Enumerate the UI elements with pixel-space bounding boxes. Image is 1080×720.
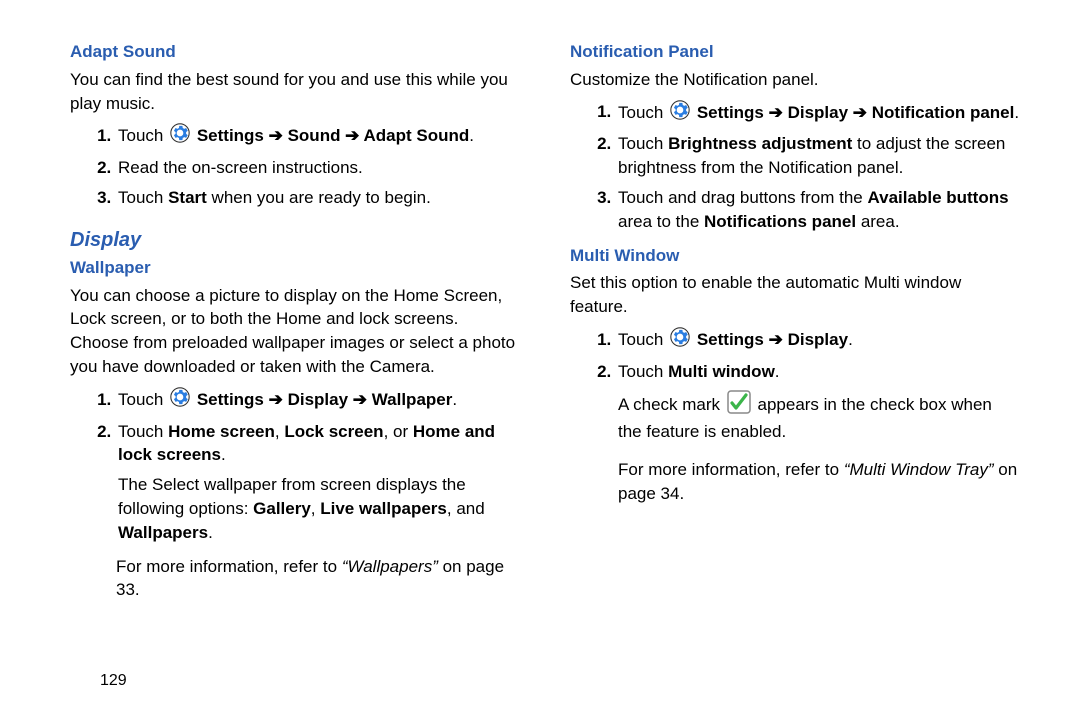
notif-step-1: Touch Settings ➔ Display ➔ Notification … xyxy=(616,100,1020,127)
text: . xyxy=(208,523,213,542)
opt-available-buttons: Available buttons xyxy=(868,188,1009,207)
heading-display: Display xyxy=(70,226,520,254)
text: area. xyxy=(856,212,899,231)
adapt-sound-steps: Touch Settings ➔ Sound ➔ Adapt Sound. Re… xyxy=(70,123,520,209)
opt-gallery: Gallery xyxy=(253,499,311,518)
period: . xyxy=(848,330,853,349)
heading-multi-window: Multi Window xyxy=(570,244,1020,268)
nav-path: Settings ➔ Display ➔ Wallpaper xyxy=(197,390,453,409)
wallpaper-step-1: Touch Settings ➔ Display ➔ Wallpaper. xyxy=(116,387,520,414)
opt-home-screen: Home screen xyxy=(168,422,275,441)
wallpaper-step-2: Touch Home screen, Lock screen, or Home … xyxy=(116,420,520,545)
nav-path: Settings ➔ Sound ➔ Adapt Sound xyxy=(197,126,469,145)
heading-adapt-sound: Adapt Sound xyxy=(70,40,520,64)
text: For more information, refer to xyxy=(116,557,342,576)
period: . xyxy=(1014,102,1019,121)
multi-window-steps: Touch Settings ➔ Display. Touch Multi wi… xyxy=(570,327,1020,506)
opt-wallpapers: Wallpapers xyxy=(118,523,208,542)
settings-icon xyxy=(170,123,190,150)
text: . xyxy=(221,445,226,464)
multi-window-step-2: Touch Multi window. A check mark appears… xyxy=(616,360,1020,506)
text: , xyxy=(311,499,320,518)
ref-multi-window-tray: “Multi Window Tray” xyxy=(844,460,994,479)
settings-icon xyxy=(670,100,690,127)
page-number: 129 xyxy=(100,670,127,692)
text: Touch xyxy=(618,134,668,153)
text: Touch and drag buttons from the xyxy=(618,188,868,207)
left-column: Adapt Sound You can find the best sound … xyxy=(70,40,520,700)
text: , or xyxy=(384,422,413,441)
period: . xyxy=(452,390,457,409)
notif-step-3: Touch and drag buttons from the Availabl… xyxy=(616,186,1020,234)
opt-notifications-panel: Notifications panel xyxy=(704,212,856,231)
wallpaper-intro: You can choose a picture to display on t… xyxy=(70,284,520,379)
opt-multi-window: Multi window xyxy=(668,362,775,381)
text: Touch xyxy=(618,330,668,349)
ref-wallpapers: “Wallpapers” xyxy=(342,557,438,576)
text: For more information, refer to xyxy=(618,460,844,479)
wallpaper-steps: Touch Settings ➔ Display ➔ Wallpaper. To… xyxy=(70,387,520,545)
wallpaper-more-info: For more information, refer to “Wallpape… xyxy=(116,555,520,603)
manual-page: Adapt Sound You can find the best sound … xyxy=(0,0,1080,720)
text: when you are ready to begin. xyxy=(207,188,431,207)
period: . xyxy=(469,126,474,145)
opt-brightness: Brightness adjustment xyxy=(668,134,852,153)
adapt-sound-step-1: Touch Settings ➔ Sound ➔ Adapt Sound. xyxy=(116,123,520,150)
nav-path: Settings ➔ Display ➔ Notification panel xyxy=(697,102,1015,121)
heading-notification-panel: Notification Panel xyxy=(570,40,1020,64)
opt-lock-screen: Lock screen xyxy=(284,422,383,441)
adapt-sound-step-2: Read the on-screen instructions. xyxy=(116,156,520,180)
settings-icon xyxy=(170,387,190,414)
notif-intro: Customize the Notification panel. xyxy=(570,68,1020,92)
text: A check mark xyxy=(618,394,725,413)
right-column: Notification Panel Customize the Notific… xyxy=(570,40,1020,700)
notif-steps: Touch Settings ➔ Display ➔ Notification … xyxy=(570,100,1020,234)
text: Touch xyxy=(118,126,168,145)
text: Touch xyxy=(618,362,668,381)
multi-window-intro: Set this option to enable the automatic … xyxy=(570,271,1020,319)
adapt-sound-intro: You can find the best sound for you and … xyxy=(70,68,520,116)
heading-wallpaper: Wallpaper xyxy=(70,256,520,280)
multi-window-step-1: Touch Settings ➔ Display. xyxy=(616,327,1020,354)
text: Touch xyxy=(618,102,668,121)
text: Touch xyxy=(118,390,168,409)
nav-path: Settings ➔ Display xyxy=(697,330,848,349)
notif-step-2: Touch Brightness adjustment to adjust th… xyxy=(616,132,1020,180)
text: , xyxy=(275,422,284,441)
text: , and xyxy=(447,499,485,518)
start-bold: Start xyxy=(168,188,207,207)
text: . xyxy=(775,362,780,381)
checkmark-icon xyxy=(727,390,751,421)
settings-icon xyxy=(670,327,690,354)
opt-live-wallpapers: Live wallpapers xyxy=(320,499,447,518)
text: Touch xyxy=(118,422,168,441)
text: Touch xyxy=(118,188,168,207)
adapt-sound-step-3: Touch Start when you are ready to begin. xyxy=(116,186,520,210)
text: area to the xyxy=(618,212,704,231)
